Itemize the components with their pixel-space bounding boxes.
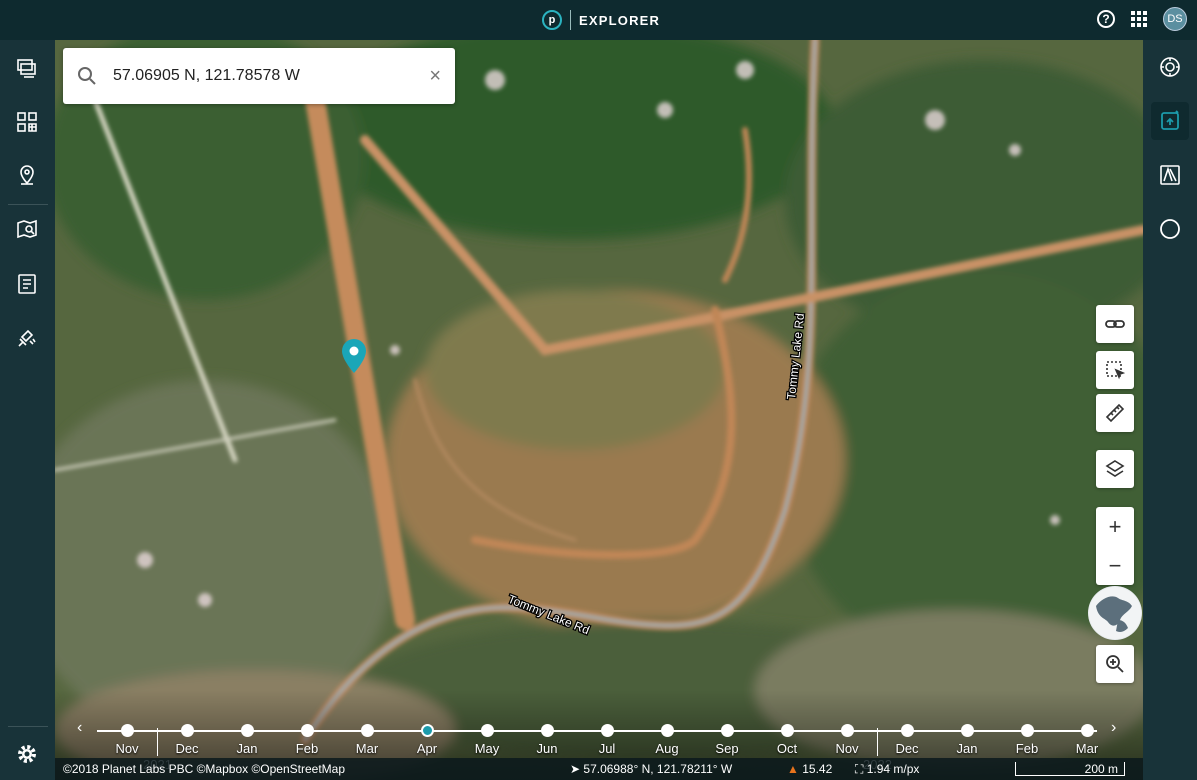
zoom-out-button[interactable]: − — [1096, 546, 1134, 585]
link-icon — [1105, 320, 1125, 328]
timeline-month-label: Dec — [895, 741, 919, 756]
timeline-month-label: Feb — [1015, 741, 1039, 756]
timeline-month-dot[interactable] — [541, 724, 554, 737]
timeline-prev-arrow-icon[interactable]: ‹ — [77, 719, 82, 737]
timeline-month-label: Sep — [715, 741, 739, 756]
map-search-icon[interactable] — [13, 215, 41, 243]
select-area-icon — [1106, 361, 1125, 380]
timeline-month-dot[interactable] — [841, 724, 854, 737]
app-title: EXPLORER — [579, 12, 661, 28]
left-sidebar — [0, 40, 55, 780]
sidebar-divider — [8, 204, 48, 205]
navigation-arrow-icon: ➤ — [570, 762, 584, 776]
zoom-in-button[interactable]: + — [1096, 507, 1134, 546]
timeline-month-label: Nov — [835, 741, 859, 756]
timeline-month-dot[interactable] — [661, 724, 674, 737]
brand[interactable]: p EXPLORER — [542, 9, 660, 31]
user-avatar[interactable]: DS — [1163, 7, 1187, 31]
zoom-controls: + − — [1096, 507, 1134, 585]
timeline-month-dot[interactable] — [601, 724, 614, 737]
apps-grid-icon[interactable] — [1131, 11, 1147, 27]
time-lapse-icon[interactable] — [1151, 102, 1189, 140]
measure-button[interactable] — [1096, 394, 1134, 432]
timeline-month-dot[interactable] — [361, 724, 374, 737]
timeline-month-label: Feb — [295, 741, 319, 756]
timeline-month-dot[interactable] — [1081, 724, 1094, 737]
brand-separator — [570, 10, 571, 30]
zoom-to-area-button[interactable] — [1096, 645, 1134, 683]
timeline-month-dot[interactable] — [481, 724, 494, 737]
scale-bar: 200 m — [1015, 762, 1125, 776]
timeline-month-label: Apr — [416, 741, 438, 756]
timeline-month-dot[interactable] — [781, 724, 794, 737]
mosaic-grid-icon[interactable] — [13, 108, 41, 136]
search-icon — [78, 67, 96, 85]
header-actions: ? DS — [1097, 7, 1187, 31]
resolution-value: 1.94 m/px — [866, 762, 920, 776]
compare-icon[interactable] — [1151, 156, 1189, 194]
settings-gear-icon[interactable] — [13, 740, 41, 768]
satellite-tasking-icon[interactable] — [13, 324, 41, 352]
timeline-month-dot[interactable] — [301, 724, 314, 737]
timeline-year-tick — [157, 728, 158, 756]
ruler-icon — [1105, 403, 1125, 423]
timeline-month-dot[interactable] — [901, 724, 914, 737]
resolution-readout: ⛶ 1.94 m/px — [855, 762, 919, 777]
resolution-icon: ⛶ — [855, 762, 867, 776]
timeline-month-label: May — [474, 741, 500, 756]
timeline-month-dot[interactable] — [961, 724, 974, 737]
map-pin-marker-icon[interactable] — [341, 338, 367, 374]
timeline-month-dot[interactable] — [121, 724, 134, 737]
help-icon[interactable]: ? — [1097, 10, 1115, 28]
timeline-month-dot[interactable] — [1021, 724, 1034, 737]
sun-elevation: ▲ 15.42 — [787, 762, 832, 776]
area-select-button[interactable] — [1096, 351, 1134, 389]
magnify-zoom-icon — [1106, 655, 1124, 673]
share-link-button[interactable] — [1096, 305, 1134, 343]
timeline-next-arrow-icon[interactable]: › — [1111, 719, 1116, 737]
timeline-month-label: Dec — [175, 741, 199, 756]
task-list-icon[interactable] — [13, 270, 41, 298]
timeline-month-label: Jan — [236, 741, 258, 756]
timeline-month-dot[interactable] — [421, 724, 434, 737]
timeline-month-label: Jun — [536, 741, 558, 756]
clear-search-icon[interactable]: × — [429, 65, 441, 88]
coordinates-value: 57.06988° N, 121.78211° W — [583, 762, 733, 776]
planet-logo-icon: p — [542, 10, 562, 30]
timeline-month-dot[interactable] — [721, 724, 734, 737]
globe-view-icon[interactable] — [1088, 586, 1142, 640]
timeline-month-label: Oct — [776, 741, 798, 756]
top-bar: p EXPLORER ? DS — [0, 0, 1197, 40]
timeline-month-label: Jul — [598, 741, 616, 756]
analysis-icon[interactable] — [1151, 48, 1189, 86]
right-sidebar — [1143, 40, 1197, 780]
elevation-value: 15.42 — [802, 762, 833, 776]
cursor-coordinates: ➤ 57.06988° N, 121.78211° W — [570, 762, 732, 776]
layers-stack-icon[interactable] — [13, 54, 41, 82]
timeline-month-label: Mar — [1075, 741, 1099, 756]
visualization-icon[interactable] — [1151, 210, 1189, 248]
status-bar: ©2018 Planet Labs PBC ©Mapbox ©OpenStree… — [55, 758, 1143, 780]
warning-triangle-icon: ▲ — [787, 762, 803, 776]
location-search-box[interactable]: 57.06905 N, 121.78578 W × — [63, 48, 455, 104]
timeline-month-label: Nov — [115, 741, 139, 756]
timeline-month-dot[interactable] — [181, 724, 194, 737]
search-input[interactable]: 57.06905 N, 121.78578 W — [113, 67, 429, 85]
location-pin-icon[interactable] — [13, 161, 41, 189]
satellite-imagery: Tommy Lake Rd Tommy Lake Rd — [55, 40, 1143, 780]
sidebar-divider — [8, 726, 48, 727]
timeline-month-dot[interactable] — [241, 724, 254, 737]
timeline-month-label: Aug — [655, 741, 679, 756]
layers-button[interactable] — [1096, 450, 1134, 488]
map-attribution[interactable]: ©2018 Planet Labs PBC ©Mapbox ©OpenStree… — [63, 762, 345, 776]
timeline-year-tick — [877, 728, 878, 756]
timeline-month-label: Mar — [355, 741, 379, 756]
layers-icon — [1105, 460, 1125, 477]
map-canvas[interactable]: Tommy Lake Rd Tommy Lake Rd 57.06905 N, … — [55, 40, 1143, 780]
timeline-month-label: Jan — [956, 741, 978, 756]
